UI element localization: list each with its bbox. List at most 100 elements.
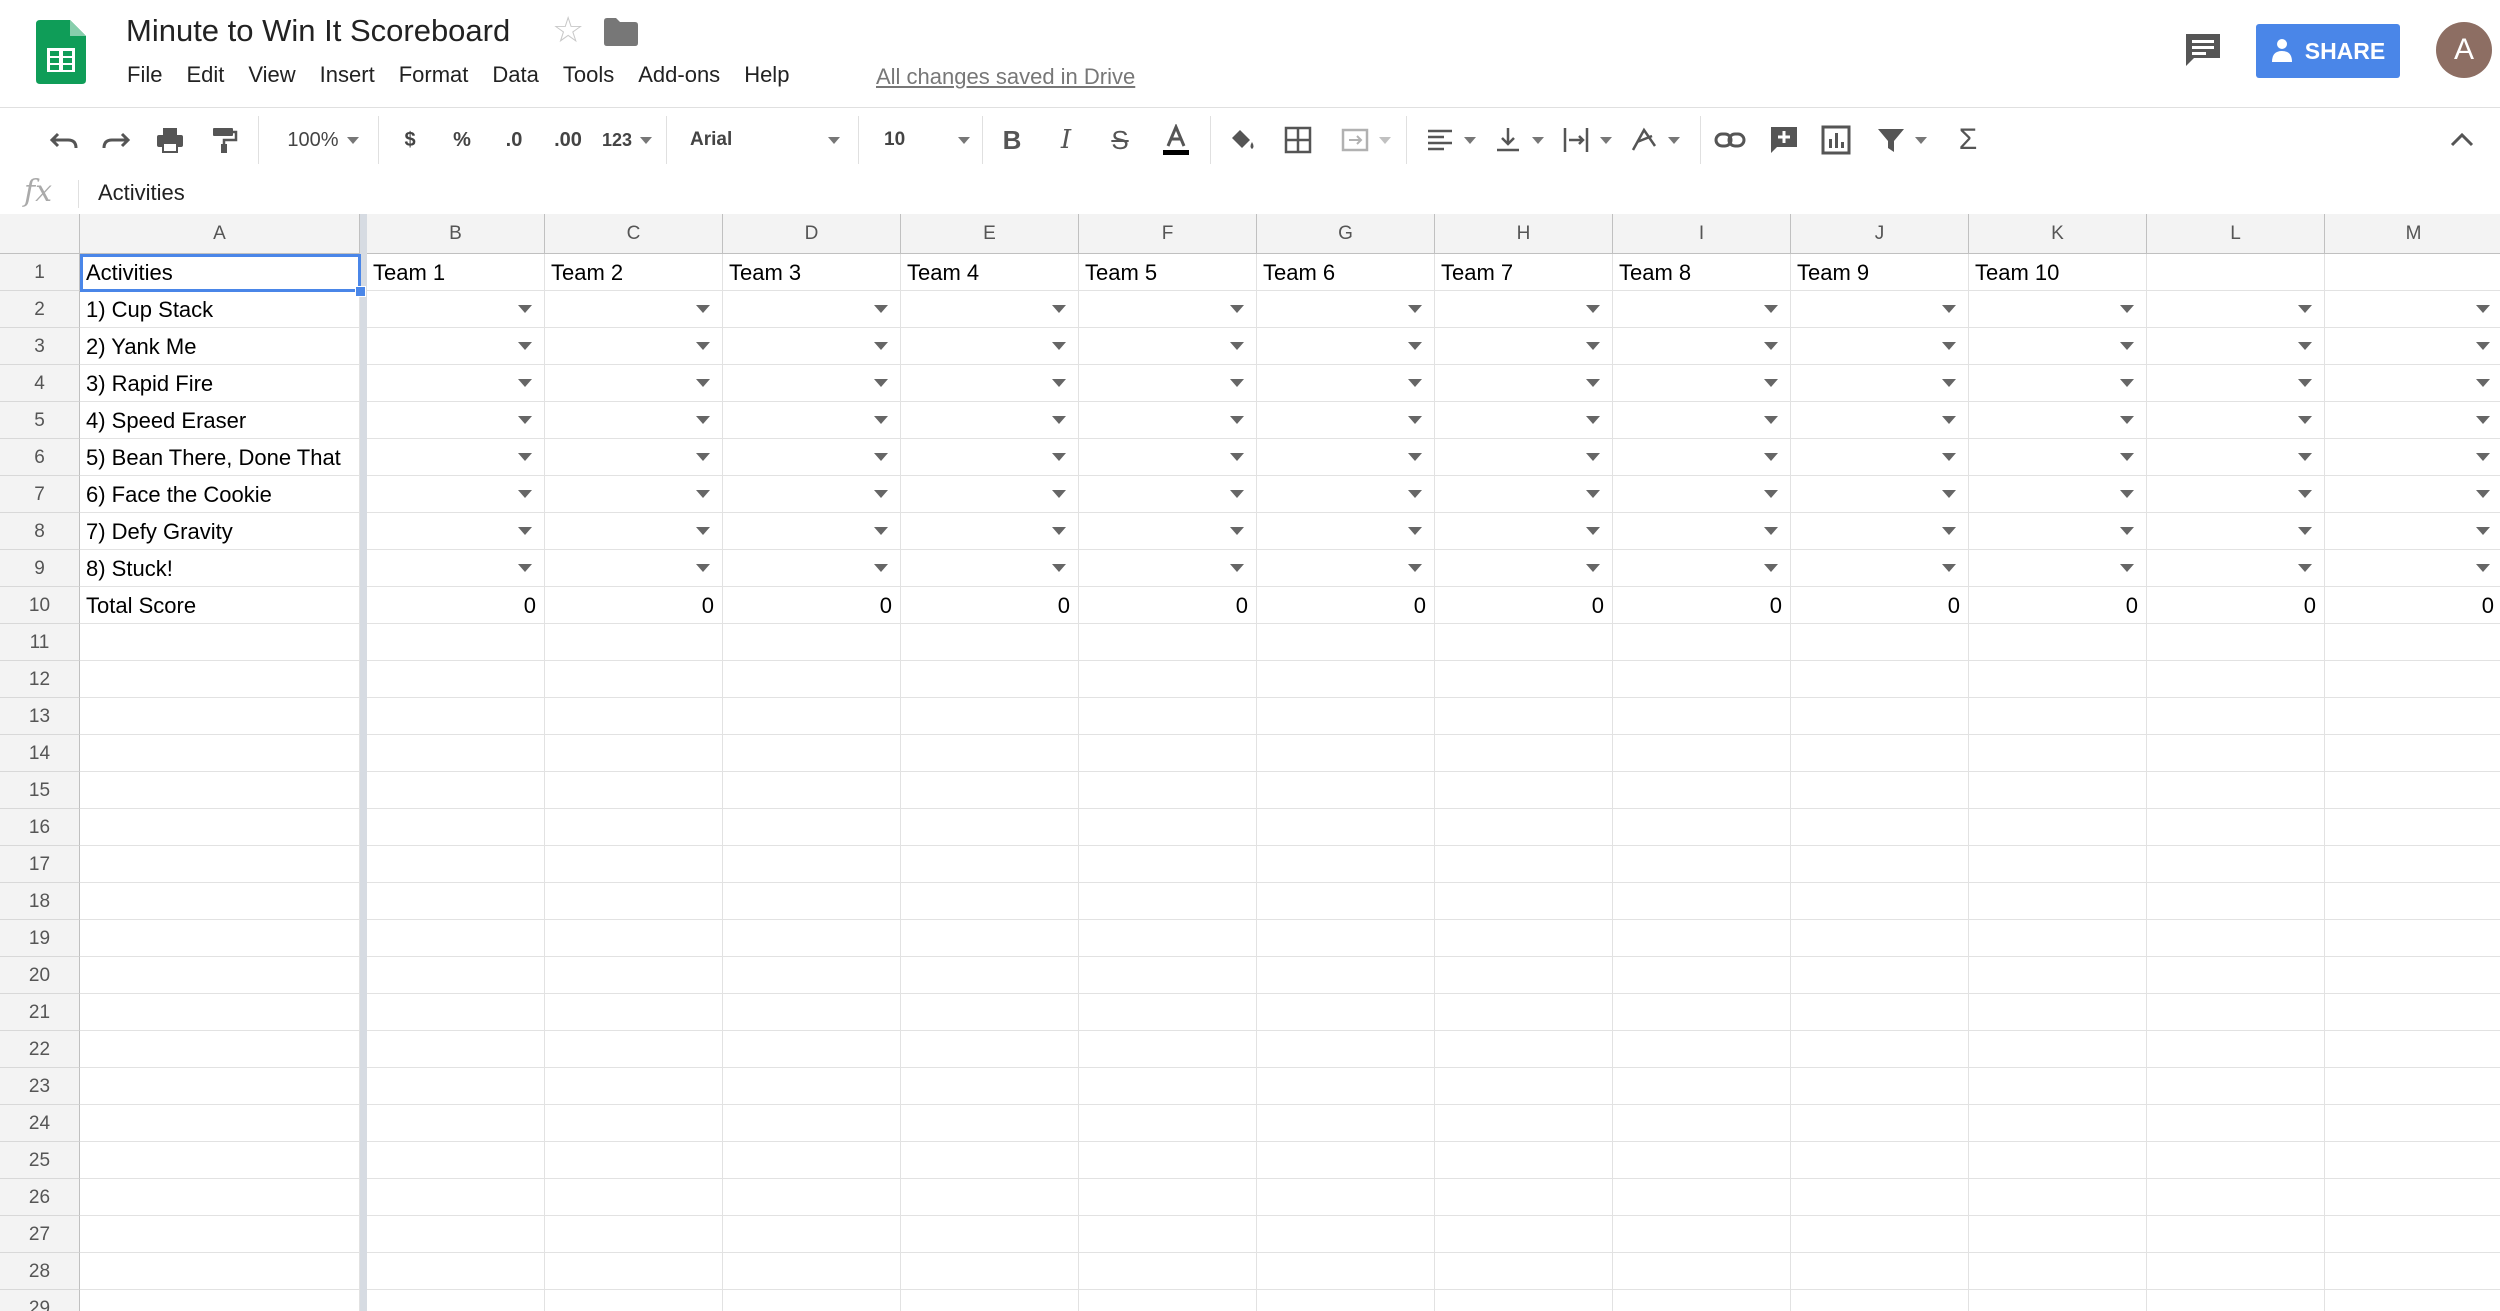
dropdown-arrow-icon[interactable]: [1052, 305, 1066, 313]
star-icon[interactable]: ☆: [552, 12, 588, 48]
cell-i15[interactable]: [1613, 772, 1791, 809]
cell-m18[interactable]: [2325, 883, 2500, 920]
row-header-1[interactable]: 1: [0, 254, 80, 291]
row-header-14[interactable]: 14: [0, 735, 80, 772]
cell-j3[interactable]: [1791, 328, 1969, 365]
cell-h23[interactable]: [1435, 1068, 1613, 1105]
cell-l11[interactable]: [2147, 624, 2325, 661]
cell-m4[interactable]: [2325, 365, 2500, 402]
cell-i5[interactable]: [1613, 402, 1791, 439]
cell-k12[interactable]: [1969, 661, 2147, 698]
filter-icon[interactable]: [1872, 122, 1930, 158]
cell-k16[interactable]: [1969, 809, 2147, 846]
dropdown-arrow-icon[interactable]: [1230, 379, 1244, 387]
cell-e10[interactable]: 0: [901, 587, 1079, 624]
column-header-m[interactable]: M: [2325, 214, 2500, 254]
dropdown-arrow-icon[interactable]: [518, 416, 532, 424]
cell-l3[interactable]: [2147, 328, 2325, 365]
bold-icon[interactable]: B: [996, 122, 1028, 158]
cell-f2[interactable]: [1079, 291, 1257, 328]
cell-g14[interactable]: [1257, 735, 1435, 772]
dropdown-arrow-icon[interactable]: [1052, 342, 1066, 350]
cell-h1[interactable]: Team 7: [1435, 254, 1613, 291]
cell-m19[interactable]: [2325, 920, 2500, 957]
cell-c12[interactable]: [545, 661, 723, 698]
cell-l23[interactable]: [2147, 1068, 2325, 1105]
cell-f29[interactable]: [1079, 1290, 1257, 1311]
cell-g21[interactable]: [1257, 994, 1435, 1031]
cell-g28[interactable]: [1257, 1253, 1435, 1290]
cell-m25[interactable]: [2325, 1142, 2500, 1179]
cell-k20[interactable]: [1969, 957, 2147, 994]
cell-g18[interactable]: [1257, 883, 1435, 920]
cell-k23[interactable]: [1969, 1068, 2147, 1105]
cell-f9[interactable]: [1079, 550, 1257, 587]
cell-l18[interactable]: [2147, 883, 2325, 920]
cell-g4[interactable]: [1257, 365, 1435, 402]
cell-i2[interactable]: [1613, 291, 1791, 328]
cell-a16[interactable]: [80, 809, 360, 846]
cell-d2[interactable]: [723, 291, 901, 328]
dropdown-arrow-icon[interactable]: [2120, 416, 2134, 424]
cell-l8[interactable]: [2147, 513, 2325, 550]
cell-m11[interactable]: [2325, 624, 2500, 661]
dropdown-arrow-icon[interactable]: [1052, 490, 1066, 498]
cell-e13[interactable]: [901, 698, 1079, 735]
dropdown-arrow-icon[interactable]: [2298, 305, 2312, 313]
cell-h11[interactable]: [1435, 624, 1613, 661]
row-header-29[interactable]: 29: [0, 1290, 80, 1311]
cell-a13[interactable]: [80, 698, 360, 735]
select-all-corner[interactable]: [0, 214, 80, 254]
cell-a5[interactable]: 4) Speed Eraser: [80, 402, 360, 439]
currency-format-button[interactable]: $: [394, 122, 426, 158]
cell-b10[interactable]: 0: [367, 587, 545, 624]
dropdown-arrow-icon[interactable]: [874, 379, 888, 387]
dropdown-arrow-icon[interactable]: [1052, 379, 1066, 387]
borders-icon[interactable]: [1280, 122, 1316, 158]
dropdown-arrow-icon[interactable]: [1052, 416, 1066, 424]
cell-i26[interactable]: [1613, 1179, 1791, 1216]
row-header-3[interactable]: 3: [0, 328, 80, 365]
cell-a26[interactable]: [80, 1179, 360, 1216]
cell-b17[interactable]: [367, 846, 545, 883]
dropdown-arrow-icon[interactable]: [518, 305, 532, 313]
cell-i4[interactable]: [1613, 365, 1791, 402]
cell-m26[interactable]: [2325, 1179, 2500, 1216]
dropdown-arrow-icon[interactable]: [1586, 305, 1600, 313]
menu-help[interactable]: Help: [735, 62, 798, 88]
cell-h4[interactable]: [1435, 365, 1613, 402]
cell-h2[interactable]: [1435, 291, 1613, 328]
cell-h9[interactable]: [1435, 550, 1613, 587]
dropdown-arrow-icon[interactable]: [2476, 490, 2490, 498]
cell-j19[interactable]: [1791, 920, 1969, 957]
text-color-icon[interactable]: [1156, 122, 1196, 158]
row-header-13[interactable]: 13: [0, 698, 80, 735]
cell-m28[interactable]: [2325, 1253, 2500, 1290]
cell-f1[interactable]: Team 5: [1079, 254, 1257, 291]
cell-h16[interactable]: [1435, 809, 1613, 846]
cell-h14[interactable]: [1435, 735, 1613, 772]
cell-m23[interactable]: [2325, 1068, 2500, 1105]
cell-k13[interactable]: [1969, 698, 2147, 735]
cell-j23[interactable]: [1791, 1068, 1969, 1105]
document-title[interactable]: Minute to Win It Scoreboard: [126, 13, 510, 49]
decrease-decimal-button[interactable]: .0: [494, 122, 534, 158]
cell-g29[interactable]: [1257, 1290, 1435, 1311]
dropdown-arrow-icon[interactable]: [1764, 490, 1778, 498]
dropdown-arrow-icon[interactable]: [2476, 342, 2490, 350]
cell-b18[interactable]: [367, 883, 545, 920]
row-header-21[interactable]: 21: [0, 994, 80, 1031]
dropdown-arrow-icon[interactable]: [2298, 416, 2312, 424]
cell-l15[interactable]: [2147, 772, 2325, 809]
cell-i7[interactable]: [1613, 476, 1791, 513]
cell-m1[interactable]: [2325, 254, 2500, 291]
cell-a25[interactable]: [80, 1142, 360, 1179]
cell-f21[interactable]: [1079, 994, 1257, 1031]
cell-f5[interactable]: [1079, 402, 1257, 439]
cell-k8[interactable]: [1969, 513, 2147, 550]
dropdown-arrow-icon[interactable]: [1942, 564, 1956, 572]
cell-g24[interactable]: [1257, 1105, 1435, 1142]
dropdown-arrow-icon[interactable]: [2298, 342, 2312, 350]
cell-a28[interactable]: [80, 1253, 360, 1290]
row-header-16[interactable]: 16: [0, 809, 80, 846]
